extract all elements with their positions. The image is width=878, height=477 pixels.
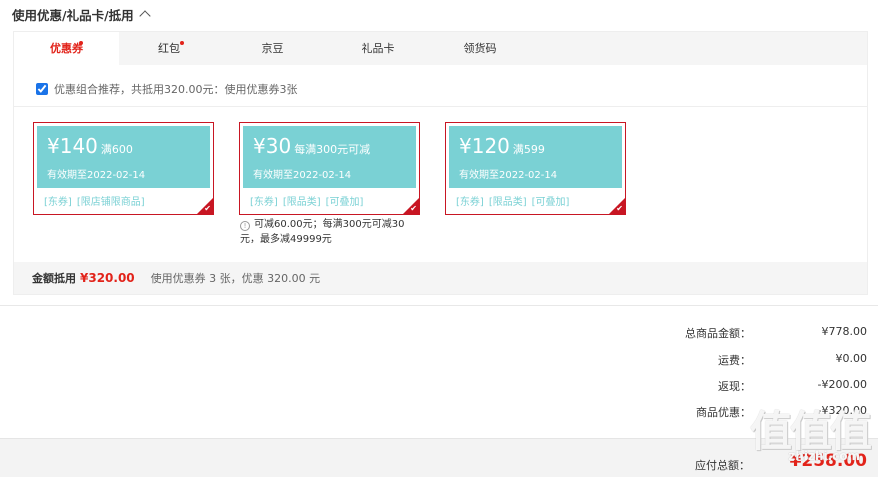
tab-gift-card[interactable]: 礼品卡 <box>326 32 430 65</box>
total-label: 总商品金额： <box>685 327 751 340</box>
total-row: 返现： -¥200.00 <box>567 378 867 396</box>
total-label: 运费： <box>718 354 751 367</box>
tab-label: 领货码 <box>463 42 497 55</box>
coupon-amount: ¥140 <box>47 134 98 158</box>
total-label: 返现： <box>718 380 751 393</box>
coupon-amount-line: ¥140 满600 <box>47 134 133 162</box>
coupon-condition: 每满300元可减 <box>294 143 371 156</box>
coupon-card[interactable]: ¥120 满599 有效期至2022-02-14 [东券] [限品类] [可叠加]… <box>445 122 626 215</box>
tab-label: 红包 <box>158 42 180 55</box>
combo-checkbox[interactable] <box>36 83 48 95</box>
discount-summary: 金额抵用 ¥320.00 使用优惠券 3 张，优惠 320.00 元 <box>14 262 867 294</box>
tab-redeem-code[interactable]: 领货码 <box>430 32 530 65</box>
coupon-face: ¥30 每满300元可减 有效期至2022-02-14 <box>243 126 416 188</box>
combo-recommendation[interactable]: 优惠组合推荐，共抵用320.00元：使用优惠券3张 <box>36 81 298 97</box>
divider <box>14 106 867 107</box>
watermark-url: zhizhi.com <box>788 449 860 463</box>
coupon-panel: 优惠券 红包 京豆 礼品卡 领货码 优惠组合推荐，共抵用320.00元：使用优惠… <box>13 31 868 295</box>
coupon-tags: [东券] [限品类] [可叠加] <box>456 193 569 208</box>
info-icon: ! <box>240 221 250 231</box>
payable-bar: 应付总额： ¥258.00 <box>0 438 878 477</box>
notification-dot-icon <box>180 41 184 45</box>
coupon-tag: [东券] <box>456 197 484 208</box>
total-label: 商品优惠： <box>696 406 751 419</box>
coupon-tag: [可叠加] <box>325 197 364 208</box>
coupon-condition: 满600 <box>100 143 133 156</box>
section-header[interactable]: 使用优惠/礼品卡/抵用 <box>12 6 151 23</box>
total-value: ¥778.00 <box>821 325 868 338</box>
coupon-validity: 有效期至2022-02-14 <box>459 170 558 181</box>
section-title: 使用优惠/礼品卡/抵用 <box>12 7 134 23</box>
total-value: -¥200.00 <box>817 378 867 391</box>
total-value: ¥0.00 <box>835 352 868 365</box>
tab-label: 优惠券 <box>50 42 83 55</box>
notification-dot-icon <box>79 41 83 45</box>
coupon-tag: [东券] <box>250 197 278 208</box>
tab-coupons[interactable]: 优惠券 <box>14 32 119 65</box>
coupon-amount: ¥120 <box>459 134 510 158</box>
summary-desc: 使用优惠券 3 张，优惠 320.00 元 <box>150 272 321 285</box>
coupon-face: ¥140 满600 有效期至2022-02-14 <box>37 126 210 188</box>
coupon-validity: 有效期至2022-02-14 <box>253 170 352 181</box>
total-row: 总商品金额： ¥778.00 <box>567 325 867 343</box>
total-row: 运费： ¥0.00 <box>567 352 867 370</box>
coupon-condition: 满599 <box>512 143 545 156</box>
tab-label: 礼品卡 <box>361 42 395 55</box>
combo-text: 优惠组合推荐，共抵用320.00元：使用优惠券3张 <box>54 83 298 96</box>
coupon-tag: [限品类] <box>488 197 527 208</box>
coupon-tag: [东券] <box>44 197 72 208</box>
tab-red-packet[interactable]: 红包 <box>119 32 219 65</box>
checkmark-icon: ✔ <box>204 204 211 213</box>
chevron-up-icon[interactable] <box>138 10 151 22</box>
checkmark-icon: ✔ <box>410 204 417 213</box>
coupon-amount-line: ¥30 每满300元可减 <box>253 134 370 162</box>
tab-jingdou[interactable]: 京豆 <box>219 32 326 65</box>
coupon-tags: [东券] [限店铺限商品] <box>44 193 145 208</box>
coupon-amount: ¥30 <box>253 134 292 158</box>
divider <box>0 305 878 306</box>
summary-label: 金额抵用 <box>32 272 76 285</box>
checkmark-icon: ✔ <box>616 204 623 213</box>
coupon-validity: 有效期至2022-02-14 <box>47 170 146 181</box>
coupon-tags: [东券] [限品类] [可叠加] <box>250 193 363 208</box>
tab-label: 京豆 <box>261 42 284 55</box>
coupon-tag: [限店铺限商品] <box>76 197 145 208</box>
coupon-face: ¥120 满599 有效期至2022-02-14 <box>449 126 622 188</box>
payable-label: 应付总额： <box>695 459 750 472</box>
coupon-tag: [可叠加] <box>531 197 570 208</box>
tab-bar: 优惠券 红包 京豆 礼品卡 领货码 <box>14 32 867 65</box>
coupon-note: ! 可减60.00元；每满300元可减30元，最多减49999元 <box>240 217 415 247</box>
coupon-note-text: 可减60.00元；每满300元可减30元，最多减49999元 <box>240 219 405 245</box>
coupon-card[interactable]: ¥140 满600 有效期至2022-02-14 [东券] [限店铺限商品] ✔ <box>33 122 214 215</box>
coupon-tag: [限品类] <box>282 197 321 208</box>
summary-value: ¥320.00 <box>80 271 135 285</box>
coupon-card[interactable]: ¥30 每满300元可减 有效期至2022-02-14 [东券] [限品类] [可… <box>239 122 420 215</box>
coupon-amount-line: ¥120 满599 <box>459 134 545 162</box>
